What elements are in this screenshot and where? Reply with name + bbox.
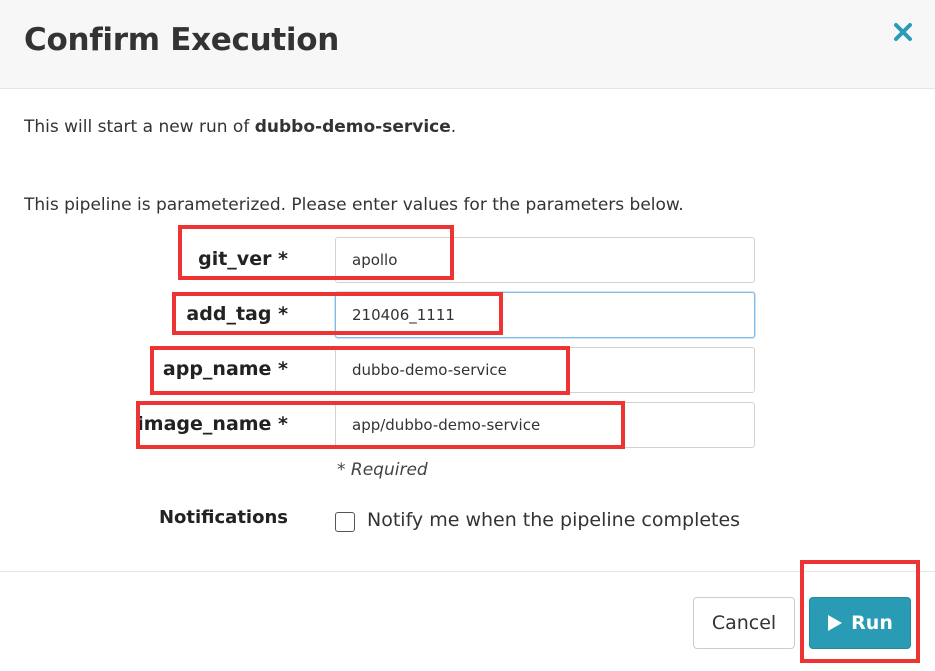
close-button[interactable] (889, 18, 917, 46)
play-icon (828, 615, 843, 631)
param-label-git-ver: git_ver * (198, 248, 288, 270)
close-icon (894, 23, 912, 41)
notify-checkbox[interactable] (335, 512, 355, 532)
run-intro-text: This will start a new run of dubbo-demo-… (24, 117, 456, 137)
param-label-app-name: app_name * (162, 358, 288, 380)
param-label-add-tag: add_tag * (186, 303, 288, 325)
required-note: * Required (337, 460, 428, 480)
parameters-intro-text: This pipeline is parameterized. Please e… (24, 195, 684, 215)
run-button-label: Run (851, 612, 893, 634)
param-input-app-name[interactable] (335, 347, 755, 393)
param-input-add-tag[interactable] (335, 292, 755, 338)
param-input-git-ver[interactable] (335, 237, 755, 283)
confirm-execution-dialog: Confirm Execution This will start a new … (0, 0, 935, 671)
footer-divider (0, 571, 935, 572)
dialog-title: Confirm Execution (24, 22, 339, 58)
intro-suffix: . (450, 117, 457, 137)
run-button[interactable]: Run (809, 597, 911, 649)
pipeline-name: dubbo-demo-service (254, 117, 451, 137)
intro-prefix: This will start a new run of (24, 117, 255, 137)
param-input-image-name[interactable] (335, 402, 755, 448)
notifications-label: Notifications (158, 507, 288, 528)
param-label-image-name: image_name * (137, 413, 288, 435)
notify-checkbox-label[interactable]: Notify me when the pipeline completes (367, 509, 740, 531)
dialog-header: Confirm Execution (0, 0, 935, 89)
cancel-button[interactable]: Cancel (693, 597, 795, 649)
